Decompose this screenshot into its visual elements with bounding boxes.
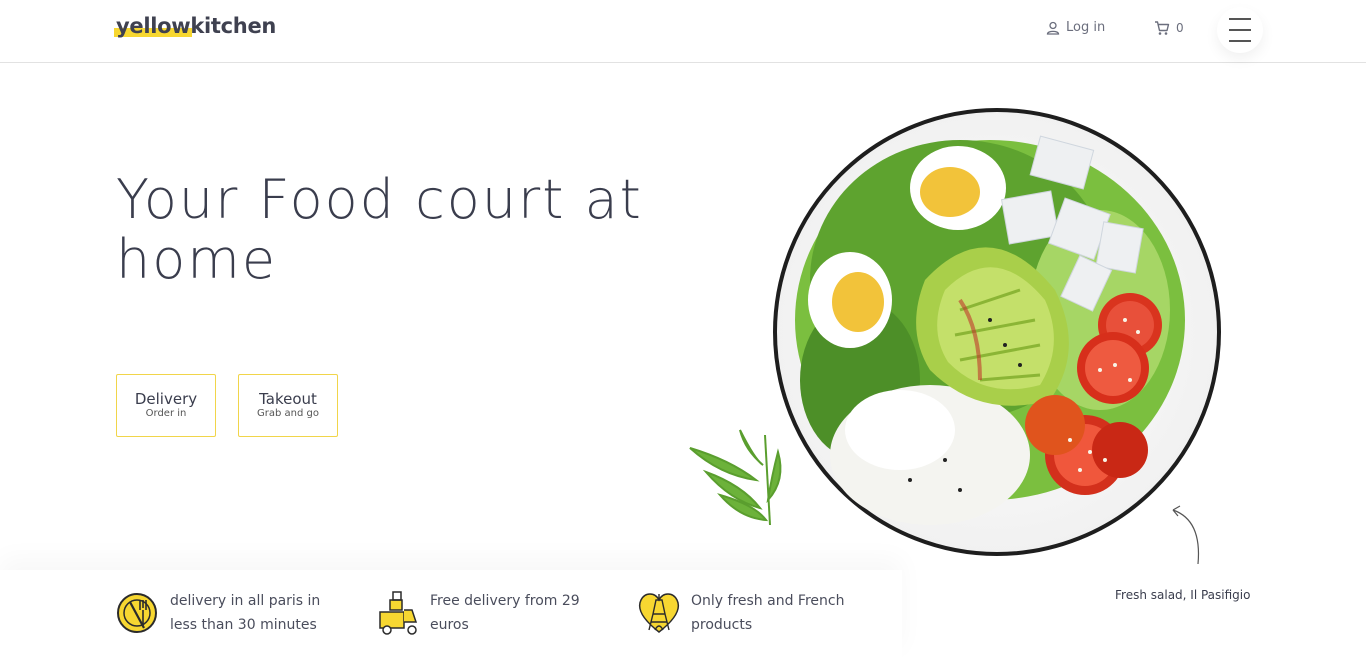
feature-text: delivery in all paris in less than 30 mi… <box>170 593 321 633</box>
caption-arrow-icon <box>1172 505 1200 565</box>
delivery-button[interactable]: Delivery Order in <box>116 374 216 437</box>
heart-eiffel-tower-icon <box>638 593 680 633</box>
delivery-button-title: Delivery <box>134 390 198 408</box>
feature-item: Only fresh and French products <box>637 588 861 637</box>
takeout-button[interactable]: Takeout Grab and go <box>238 374 338 437</box>
hero-title: Your Food court at home <box>116 168 643 291</box>
clock-fork-knife-icon <box>117 593 157 633</box>
takeout-button-subtitle: Grab and go <box>257 408 319 419</box>
delivery-scooter-icon <box>379 591 418 635</box>
feature-item: Free delivery from 29 euros <box>376 588 600 637</box>
feature-text: Free delivery from 29 euros <box>430 593 580 633</box>
takeout-button-title: Takeout <box>259 390 317 408</box>
site-header: yellowkitchen Log in 0 <box>0 0 1366 63</box>
feature-item: delivery in all paris in less than 30 mi… <box>116 588 340 637</box>
feature-text: Only fresh and French products <box>691 593 845 633</box>
logo-highlight-text: yellow <box>116 14 191 38</box>
image-caption: Fresh salad, Il Pasifigio <box>1115 588 1251 602</box>
arugula-sprig <box>689 429 782 526</box>
logo-text: kitchen <box>190 14 277 38</box>
logo[interactable]: yellowkitchen <box>116 14 1366 38</box>
delivery-button-subtitle: Order in <box>145 408 187 419</box>
menu-icon-line <box>1229 40 1251 42</box>
features-bar: delivery in all paris in less than 30 mi… <box>0 570 902 660</box>
